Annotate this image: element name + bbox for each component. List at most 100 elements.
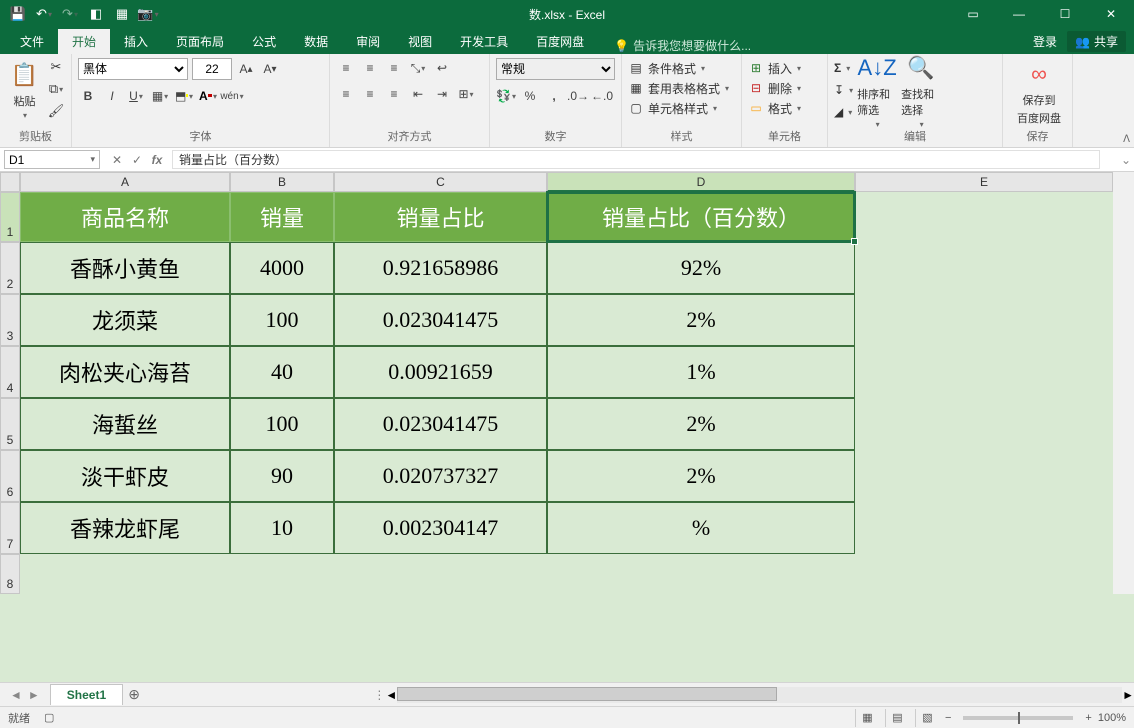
align-bottom-icon[interactable]: ≡ — [384, 58, 404, 78]
cell-b7[interactable]: 10 — [230, 502, 334, 554]
worksheet-grid[interactable]: A B C D E 1 商品名称 销量 销量占比 销量占比（百分数） 2 香酥小… — [0, 172, 1134, 682]
align-top-icon[interactable]: ≡ — [336, 58, 356, 78]
tab-insert[interactable]: 插入 — [110, 29, 162, 54]
insert-cells-button[interactable]: ⊞插入▾ — [748, 58, 821, 78]
row-header-8[interactable]: 8 — [0, 554, 20, 594]
indent-dec-icon[interactable]: ⇤ — [408, 84, 428, 104]
cell-b1[interactable]: 销量 — [230, 192, 334, 242]
cell-c4[interactable]: 0.00921659 — [334, 346, 547, 398]
cell-a2[interactable]: 香酥小黄鱼 — [20, 242, 230, 294]
row-header-6[interactable]: 6 — [0, 450, 20, 502]
redo-icon[interactable]: ↷▾ — [60, 4, 80, 24]
sheet-nav-prev-icon[interactable]: ◄ — [10, 688, 22, 702]
bold-button[interactable]: B — [78, 86, 98, 106]
fx-icon[interactable]: fx — [148, 153, 166, 167]
format-cells-button[interactable]: ▭格式▾ — [748, 98, 821, 118]
row-header-5[interactable]: 5 — [0, 398, 20, 450]
fill-handle[interactable] — [851, 238, 858, 245]
align-left-icon[interactable]: ≡ — [336, 84, 356, 104]
cell-d2[interactable]: 92% — [547, 242, 855, 294]
cell-b2[interactable]: 4000 — [230, 242, 334, 294]
tab-layout[interactable]: 页面布局 — [162, 29, 238, 54]
cell-style-button[interactable]: ▢单元格样式▾ — [628, 98, 735, 118]
indent-inc-icon[interactable]: ⇥ — [432, 84, 452, 104]
number-format[interactable]: 常规 — [496, 58, 615, 80]
vscroll-up[interactable] — [1113, 172, 1134, 192]
view-page-layout-icon[interactable]: ▤ — [885, 709, 909, 727]
login-link[interactable]: 登录 — [1033, 33, 1057, 50]
cell-d1[interactable]: 销量占比（百分数） — [547, 192, 855, 242]
fill-color-button[interactable]: ⬒▾ — [174, 86, 194, 106]
minimize-icon[interactable]: — — [996, 0, 1042, 28]
qat-btn-2[interactable]: ▦ — [112, 4, 132, 24]
cut-icon[interactable]: ✂ — [47, 58, 65, 76]
align-right-icon[interactable]: ≡ — [384, 84, 404, 104]
delete-cells-button[interactable]: ⊟删除▾ — [748, 78, 821, 98]
cell-d3[interactable]: 2% — [547, 294, 855, 346]
border-button[interactable]: ▦▾ — [150, 86, 170, 106]
formula-input[interactable]: 销量占比（百分数） — [172, 150, 1100, 169]
cell-d5[interactable]: 2% — [547, 398, 855, 450]
cell-e7[interactable] — [855, 502, 1113, 554]
cell-b3[interactable]: 100 — [230, 294, 334, 346]
cell-c3[interactable]: 0.023041475 — [334, 294, 547, 346]
row-header-3[interactable]: 3 — [0, 294, 20, 346]
cell-d7[interactable]: % — [547, 502, 855, 554]
table-format-button[interactable]: ▦套用表格格式▾ — [628, 78, 735, 98]
cell-e4[interactable] — [855, 346, 1113, 398]
sort-filter-button[interactable]: A↓Z 排序和筛选▾ — [857, 52, 897, 129]
cell-e2[interactable] — [855, 242, 1113, 294]
collapse-ribbon-icon[interactable]: ᐱ — [1123, 134, 1130, 145]
cell-b8[interactable] — [230, 554, 334, 594]
name-box[interactable]: D1 ▾ — [4, 150, 100, 169]
tab-developer[interactable]: 开发工具 — [446, 29, 522, 54]
share-button[interactable]: 👥 共享 — [1067, 31, 1126, 52]
zoom-in-icon[interactable]: + — [1085, 712, 1091, 724]
paste-button[interactable]: 📋 粘贴 ▾ — [6, 59, 43, 120]
underline-button[interactable]: U▾ — [126, 86, 146, 106]
cell-a6[interactable]: 淡干虾皮 — [20, 450, 230, 502]
vscroll[interactable] — [1113, 192, 1134, 242]
cell-a3[interactable]: 龙须菜 — [20, 294, 230, 346]
sheet-nav-next-icon[interactable]: ► — [28, 688, 40, 702]
zoom-level[interactable]: 100% — [1098, 712, 1126, 724]
cell-d4[interactable]: 1% — [547, 346, 855, 398]
increase-font-icon[interactable]: A▴ — [236, 59, 256, 79]
cell-c2[interactable]: 0.921658986 — [334, 242, 547, 294]
expand-formula-icon[interactable]: ⌄ — [1118, 148, 1134, 171]
align-middle-icon[interactable]: ≡ — [360, 58, 380, 78]
tab-data[interactable]: 数据 — [290, 29, 342, 54]
fill-button[interactable]: ↧▾ — [834, 80, 853, 100]
percent-icon[interactable]: % — [520, 86, 540, 106]
cell-d8[interactable] — [547, 554, 855, 594]
font-name[interactable]: 黑体 — [78, 58, 188, 80]
font-size[interactable] — [192, 58, 232, 80]
cell-d6[interactable]: 2% — [547, 450, 855, 502]
tab-formulas[interactable]: 公式 — [238, 29, 290, 54]
wrap-text-icon[interactable]: ↩ — [432, 58, 452, 78]
cell-b6[interactable]: 90 — [230, 450, 334, 502]
cell-e6[interactable] — [855, 450, 1113, 502]
currency-icon[interactable]: 💱▾ — [496, 86, 516, 106]
view-page-break-icon[interactable]: ▧ — [915, 709, 939, 727]
zoom-out-icon[interactable]: − — [945, 712, 951, 724]
col-header-b[interactable]: B — [230, 172, 334, 192]
cell-c8[interactable] — [334, 554, 547, 594]
cell-b5[interactable]: 100 — [230, 398, 334, 450]
tab-baidu[interactable]: 百度网盘 — [522, 29, 598, 54]
zoom-slider[interactable] — [963, 716, 1073, 720]
row-header-7[interactable]: 7 — [0, 502, 20, 554]
copy-icon[interactable]: ⧉▾ — [47, 80, 65, 98]
ribbon-options-icon[interactable]: ▭ — [950, 0, 996, 28]
cell-c7[interactable]: 0.002304147 — [334, 502, 547, 554]
undo-icon[interactable]: ↶▾ — [34, 4, 54, 24]
cell-e1[interactable] — [855, 192, 1113, 242]
cell-a8[interactable] — [20, 554, 230, 594]
font-color-button[interactable]: A▾ — [198, 86, 218, 106]
cell-a4[interactable]: 肉松夹心海苔 — [20, 346, 230, 398]
decrease-font-icon[interactable]: A▾ — [260, 59, 280, 79]
increase-decimal-icon[interactable]: .0→ — [568, 86, 588, 106]
conditional-format-button[interactable]: ▤条件格式▾ — [628, 58, 735, 78]
comma-icon[interactable]: , — [544, 86, 564, 106]
tab-home[interactable]: 开始 — [58, 29, 110, 54]
